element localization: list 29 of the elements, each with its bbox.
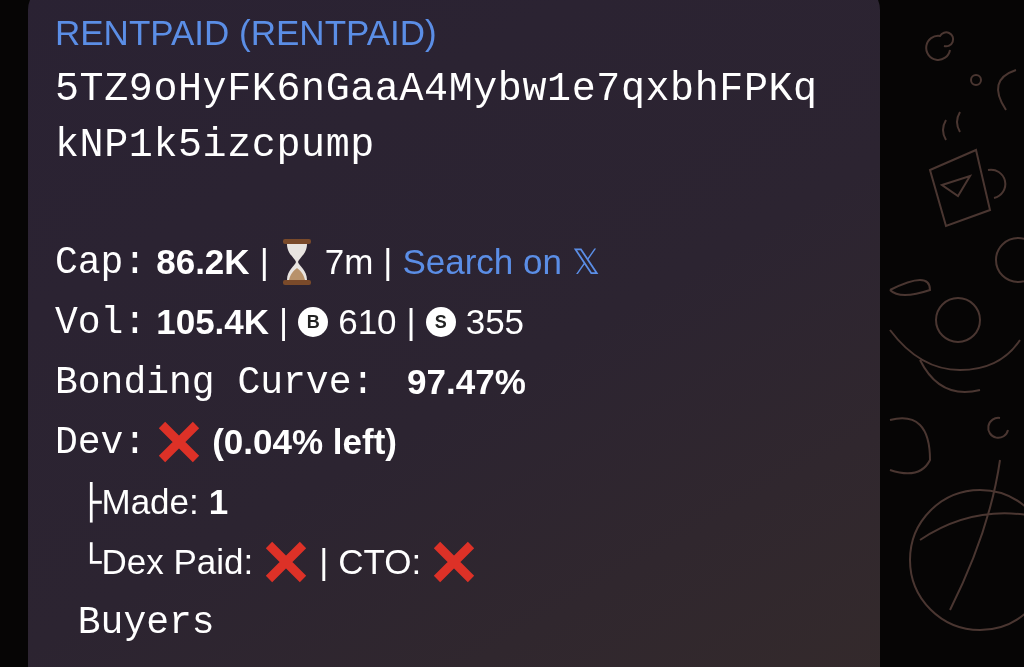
letter-badge: S xyxy=(425,307,456,337)
field-label: Buyers xyxy=(76,600,215,644)
field-value: 1 xyxy=(208,482,229,522)
field-label: Vol: xyxy=(55,300,147,344)
field-label: Bonding Curve: xyxy=(55,360,376,404)
text: 7m xyxy=(324,242,374,282)
text: Dex Paid: xyxy=(101,542,254,582)
text: CTO: xyxy=(338,542,422,582)
field-value: (0.04% left) xyxy=(212,422,397,462)
separator: | xyxy=(383,242,393,282)
text: 610 xyxy=(338,302,397,342)
text: Made: xyxy=(101,482,199,521)
separator: | xyxy=(259,242,269,282)
field-label: Dev: xyxy=(55,420,147,464)
tree-branch: └ xyxy=(81,542,102,582)
separator: | xyxy=(319,542,329,582)
field-value: 86.2K xyxy=(156,242,250,282)
separator: | xyxy=(406,302,416,342)
token-address: kNP1k5izcpump xyxy=(55,122,376,170)
text: 355 xyxy=(465,302,525,342)
field-label: Cap: xyxy=(55,240,147,284)
field-value: 105.4K xyxy=(156,302,270,342)
tree-branch: ├ xyxy=(81,482,102,522)
separator: | xyxy=(279,302,289,342)
token-title: RENTPAID (RENTPAID) xyxy=(55,12,438,54)
search-link[interactable]: Search on 𝕏 xyxy=(402,242,600,282)
letter-badge: B xyxy=(298,307,329,337)
field-value: 97.47% xyxy=(407,362,526,402)
token-address: 5TZ9oHyFK6nGaaA4Mybw1e7qxbhFPKq xyxy=(55,66,819,114)
